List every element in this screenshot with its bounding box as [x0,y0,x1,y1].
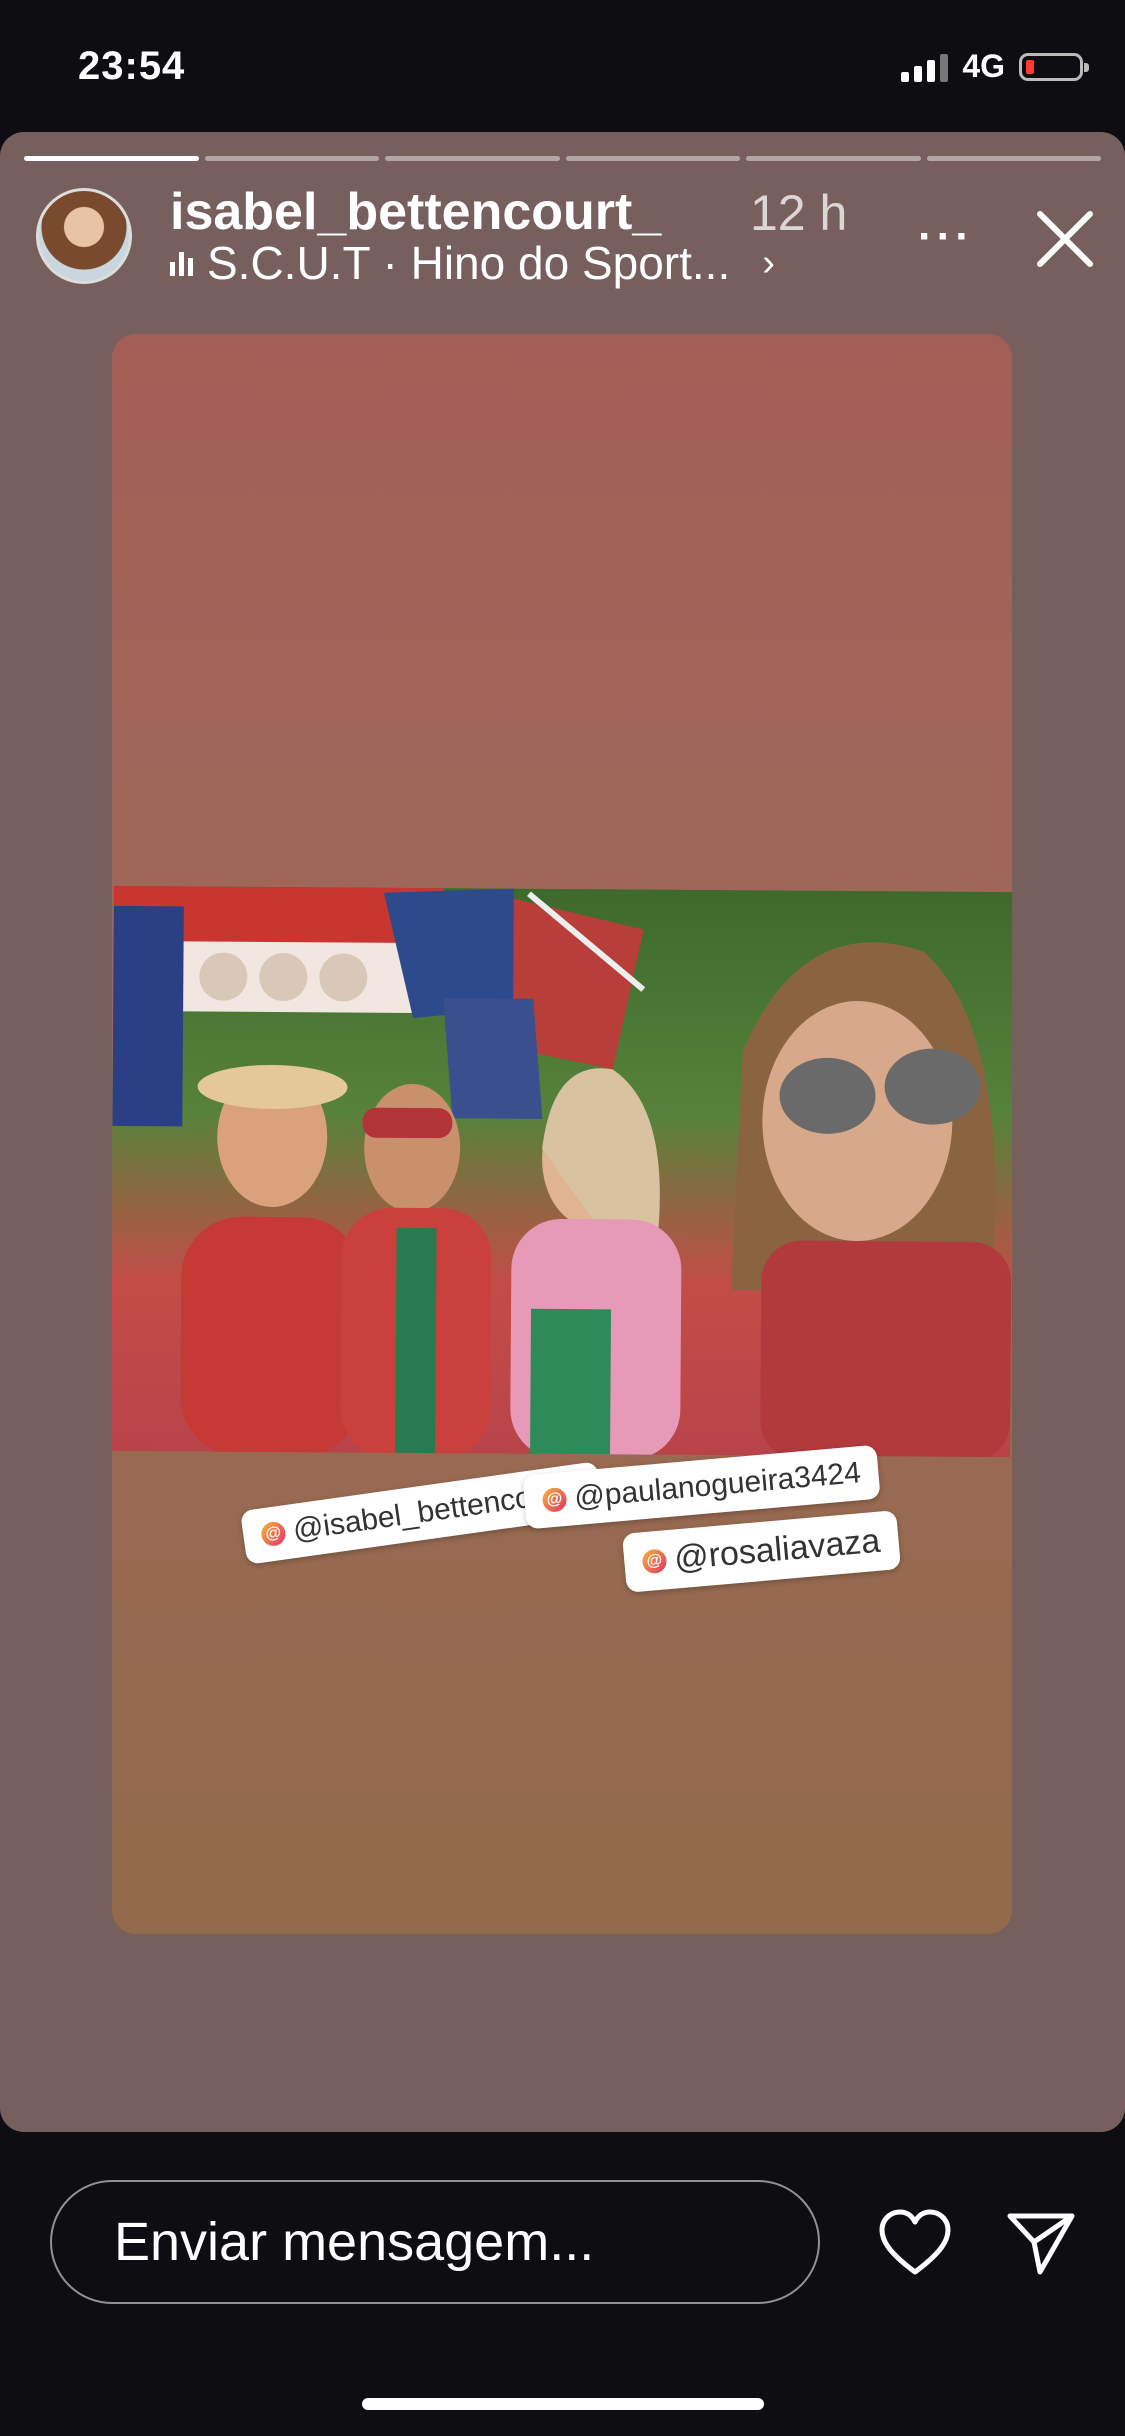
story-progress-segment [204,156,379,161]
story-progress-segment [926,156,1101,161]
status-time: 23:54 [78,44,186,88]
chevron-right-icon: › [762,241,775,284]
story-progress-segment [746,156,921,161]
status-indicators: 4G [901,48,1089,85]
avatar[interactable] [36,188,132,284]
story-progress-segment [24,156,199,161]
story-progress-segment [385,156,560,161]
story-progress-fill [24,156,199,161]
story-progress-bar [24,156,1101,161]
mention-icon: @ [541,1486,568,1513]
story-time-ago: 12 h [750,185,848,241]
close-icon[interactable] [1030,204,1100,274]
battery-level [1026,59,1034,74]
mention-sticker[interactable]: @ @rosaliavaza [621,1510,901,1593]
mention-icon: @ [641,1547,668,1574]
heart-icon[interactable] [878,2208,952,2278]
home-indicator[interactable] [362,2398,764,2410]
message-placeholder: Enviar mensagem... [114,2212,595,2272]
story-username[interactable]: isabel_bettencourt_ [170,182,661,242]
mention-label: @rosaliavaza [672,1521,882,1578]
audio-bars-icon [170,250,193,276]
story-content-frame: @ @isabel_bettencourt_ @ @paulanogueira342… [112,334,1012,1934]
story-progress-segment [565,156,740,161]
signal-icon [901,52,949,82]
music-title: S.C.U.T · Hino do Sport... [207,237,731,289]
story-viewer[interactable]: isabel_bettencourt_ 12 h S.C.U.T · Hino … [0,132,1125,2132]
message-input[interactable]: Enviar mensagem... [50,2180,820,2304]
mention-stickers: @ @isabel_bettencourt_ @ @paulanogueira342… [112,334,1012,1934]
more-options-icon[interactable]: ··· [918,212,974,262]
network-type: 4G [962,48,1005,84]
mention-icon: @ [259,1520,288,1548]
send-icon[interactable] [1004,2208,1078,2278]
mention-label: @paulanogueira3424 [573,1456,863,1515]
battery-icon [1019,52,1089,81]
music-attribution[interactable]: S.C.U.T · Hino do Sport... › [170,236,775,290]
